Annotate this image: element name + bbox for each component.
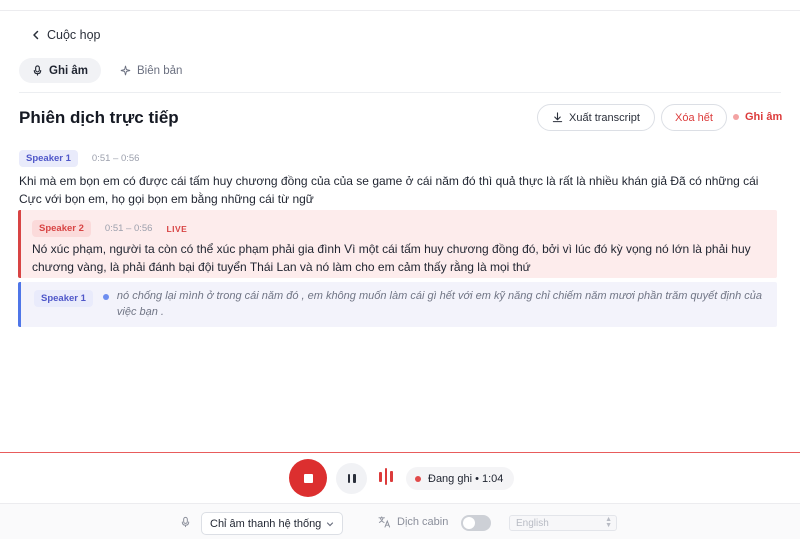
interim-text: nó chống lại mình ở trong cái năm đó , e… xyxy=(116,290,762,318)
segment-time: 0:51 – 0:56 xyxy=(104,223,153,234)
pause-button[interactable] xyxy=(336,463,367,494)
transcript-segment-interim: Speaker 1 nó chống lại mình ở trong cái … xyxy=(18,282,777,327)
tab-record[interactable]: Ghi âm xyxy=(19,58,101,83)
segment-time: 0:51 – 0:56 xyxy=(91,153,140,164)
stop-icon xyxy=(303,473,313,483)
back-label: Cuộc họp xyxy=(47,28,101,42)
translate-icon xyxy=(378,516,391,528)
audio-level-icon xyxy=(379,468,393,485)
top-divider xyxy=(0,10,800,11)
segment-text: Khi mà em bọn em có được cái tấm huy chư… xyxy=(19,174,759,206)
pending-dot-icon xyxy=(102,294,109,300)
speaker-badge: Speaker 1 xyxy=(19,150,78,167)
mic-icon xyxy=(33,65,42,76)
back-link[interactable]: Cuộc họp xyxy=(31,28,101,42)
transcript-segment: Speaker 1 0:51 – 0:56 Khi mà em bọn em c… xyxy=(19,150,781,208)
segment-text: Nó xúc phạm, người ta còn có thể xúc phạ… xyxy=(32,242,751,274)
audio-source-select[interactable]: Chỉ âm thanh hệ thống xyxy=(201,512,343,535)
language-value: English xyxy=(516,517,549,529)
tab-minutes-label: Biên bản xyxy=(136,64,183,77)
language-select[interactable]: English ▲ ▼ xyxy=(509,515,617,531)
sparkle-icon xyxy=(120,65,131,76)
recording-dot-icon xyxy=(415,475,421,482)
chevron-left-icon xyxy=(33,30,39,40)
tab-record-label: Ghi âm xyxy=(49,64,88,77)
stop-button[interactable] xyxy=(289,459,327,497)
cabin-translation-toggle[interactable] xyxy=(461,515,491,531)
updown-icon: ▲ ▼ xyxy=(605,516,612,529)
pause-icon xyxy=(347,474,356,483)
cabin-translation-label: Dịch cabin xyxy=(397,516,449,528)
toggle-knob xyxy=(463,517,475,529)
record-status-label: Ghi âm xyxy=(745,111,783,123)
clear-all-button[interactable]: Xóa hết xyxy=(661,104,727,131)
chevron-down-icon xyxy=(326,521,334,526)
recording-indicator-line xyxy=(0,452,800,453)
mic-icon xyxy=(181,516,190,528)
speaker-badge: Speaker 2 xyxy=(32,220,91,237)
export-transcript-button[interactable]: Xuất transcript xyxy=(537,104,655,131)
transcript-segment-live: Speaker 2 0:51 – 0:56 LIVE Nó xúc phạm, … xyxy=(18,210,777,278)
record-dot-icon xyxy=(733,114,739,120)
export-label: Xuất transcript xyxy=(569,111,640,124)
live-badge: LIVE xyxy=(166,223,188,234)
page-title: Phiên dịch trực tiếp xyxy=(19,108,179,127)
tab-minutes[interactable]: Biên bản xyxy=(107,58,195,83)
mode-tabs: Ghi âm Biên bản xyxy=(19,58,195,83)
speaker-badge: Speaker 1 xyxy=(34,290,93,307)
record-status: Ghi âm xyxy=(733,111,782,123)
recording-status-pill: Đang ghi • 1:04 xyxy=(406,467,515,490)
audio-source-value: Chỉ âm thanh hệ thống xyxy=(210,517,322,530)
recording-status-text: Đang ghi • 1:04 xyxy=(428,472,504,485)
download-icon xyxy=(552,112,563,123)
section-divider xyxy=(19,92,781,93)
